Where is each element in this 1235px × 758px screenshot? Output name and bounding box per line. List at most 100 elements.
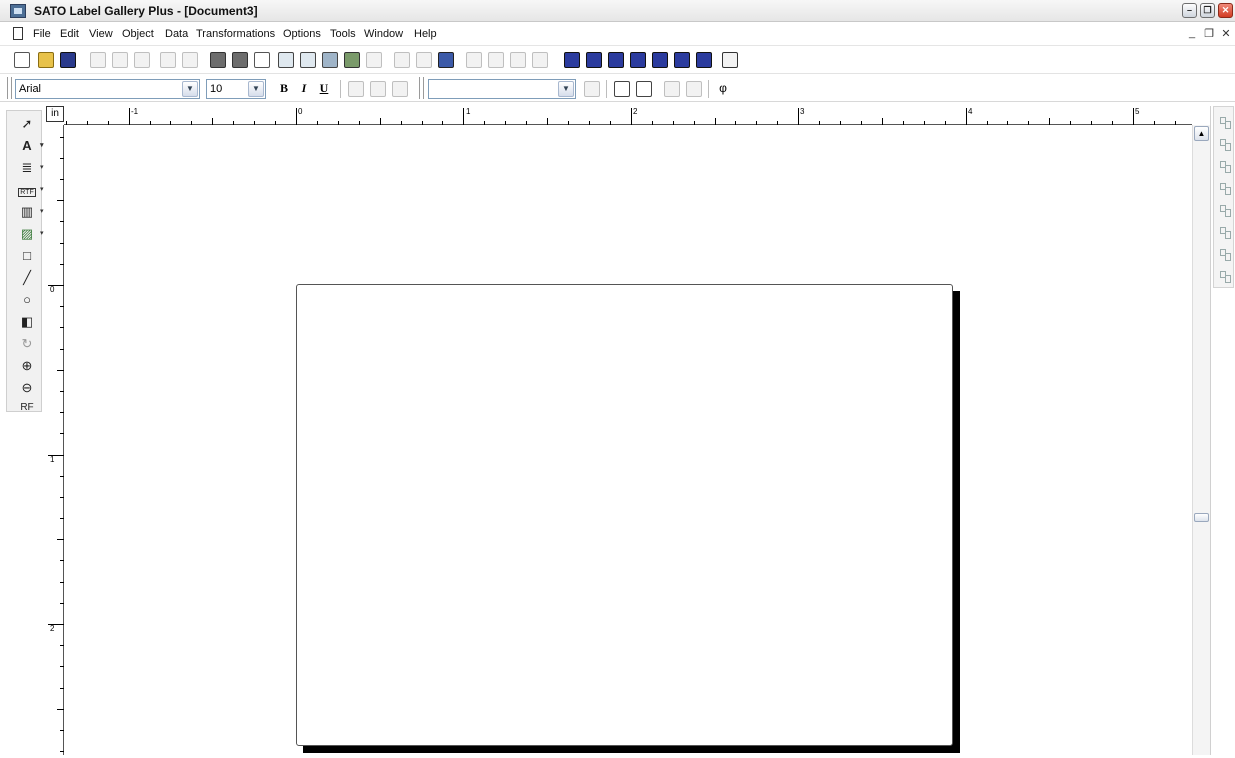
ruler-unit-indicator[interactable]: in bbox=[46, 106, 64, 122]
underline-button[interactable]: U bbox=[315, 80, 333, 96]
object-menu-icon[interactable] bbox=[636, 81, 652, 97]
form-icon[interactable] bbox=[608, 52, 624, 68]
dropdown-icon[interactable]: ▾ bbox=[40, 225, 44, 243]
label-design-area[interactable] bbox=[296, 284, 953, 746]
document-icon[interactable] bbox=[13, 27, 23, 40]
dropdown-icon[interactable]: ▾ bbox=[40, 137, 44, 155]
font-size-select[interactable]: 10 ▼ bbox=[206, 79, 266, 99]
rotate-icon[interactable]: ↻ bbox=[17, 335, 37, 353]
paragraph-tool-icon[interactable]: ≣ ▾ bbox=[17, 159, 44, 177]
dropdown-icon[interactable]: ▾ bbox=[40, 159, 44, 177]
print-form-icon[interactable] bbox=[696, 52, 712, 68]
scroll-thumb[interactable] bbox=[1194, 513, 1209, 522]
vertical-scrollbar[interactable]: ▲ bbox=[1192, 125, 1210, 755]
ungroup-icon[interactable] bbox=[488, 52, 504, 68]
zoom-in-icon[interactable]: ⊕ bbox=[17, 357, 37, 375]
align-left-icon[interactable] bbox=[348, 81, 364, 97]
save-icon[interactable] bbox=[60, 52, 76, 68]
barcode-icon[interactable]: ▥ ▾ bbox=[17, 203, 44, 221]
distribute-vertical-icon[interactable] bbox=[1218, 269, 1231, 283]
bring-front-icon[interactable] bbox=[510, 52, 526, 68]
add-object-icon[interactable] bbox=[614, 81, 630, 97]
mdi-close-button[interactable]: ✕ bbox=[1220, 27, 1232, 40]
close-button[interactable]: ✕ bbox=[1218, 3, 1233, 18]
minimize-button[interactable]: – bbox=[1182, 3, 1197, 18]
align-center-horizontal-icon[interactable] bbox=[1218, 225, 1231, 239]
select-arrow-icon[interactable]: ➚ bbox=[17, 115, 37, 133]
help-icon[interactable] bbox=[722, 52, 738, 68]
menu-edit[interactable]: Edit bbox=[60, 28, 79, 40]
image-icon[interactable]: ▨ ▾ bbox=[17, 225, 44, 243]
redo-icon[interactable] bbox=[182, 52, 198, 68]
line-icon[interactable]: ╱ bbox=[17, 269, 37, 287]
rf-tool-button[interactable]: RF bbox=[17, 399, 37, 417]
style-edit-icon[interactable] bbox=[584, 81, 600, 97]
menu-file[interactable]: File bbox=[33, 28, 51, 40]
mdi-restore-button[interactable]: ❐ bbox=[1203, 27, 1215, 40]
dropdown-icon[interactable]: ▾ bbox=[40, 181, 44, 199]
zoom-select-icon[interactable] bbox=[300, 52, 316, 68]
print-setup-icon[interactable] bbox=[232, 52, 248, 68]
font-family-select[interactable]: Arial ▼ bbox=[15, 79, 200, 99]
menu-tools[interactable]: Tools bbox=[330, 28, 356, 40]
rectangle-icon[interactable]: □ bbox=[17, 247, 37, 265]
print-preview-icon[interactable] bbox=[254, 52, 270, 68]
grid-icon[interactable] bbox=[394, 52, 410, 68]
rtf-tool-button[interactable]: RTF ▾ bbox=[17, 181, 44, 199]
back-icon[interactable] bbox=[686, 81, 702, 97]
front-icon[interactable] bbox=[664, 81, 680, 97]
symbol-button[interactable]: φ bbox=[714, 80, 732, 96]
toolbar-grip[interactable] bbox=[7, 77, 12, 99]
new-icon[interactable] bbox=[14, 52, 30, 68]
ellipse-icon[interactable]: ○ bbox=[17, 291, 37, 309]
database-icon[interactable] bbox=[564, 52, 580, 68]
chevron-down-icon[interactable]: ▼ bbox=[182, 81, 198, 97]
italic-button[interactable]: I bbox=[295, 80, 313, 96]
edit-object-icon[interactable] bbox=[344, 52, 360, 68]
app-logo-icon[interactable] bbox=[10, 4, 26, 18]
menu-window[interactable]: Window bbox=[364, 28, 403, 40]
print-icon[interactable] bbox=[210, 52, 226, 68]
query-icon[interactable] bbox=[586, 52, 602, 68]
align-bottom-icon[interactable] bbox=[1218, 137, 1231, 151]
align-left-edge-icon[interactable] bbox=[1218, 181, 1231, 195]
merge-icon[interactable] bbox=[674, 52, 690, 68]
properties-icon[interactable] bbox=[366, 52, 382, 68]
toolbar-grip[interactable] bbox=[419, 77, 424, 99]
restore-button[interactable]: ❐ bbox=[1200, 3, 1215, 18]
menu-options[interactable]: Options bbox=[283, 28, 321, 40]
menu-transformations[interactable]: Transformations bbox=[196, 28, 275, 40]
menu-help[interactable]: Help bbox=[414, 28, 437, 40]
align-right-icon[interactable] bbox=[392, 81, 408, 97]
send-back-icon[interactable] bbox=[532, 52, 548, 68]
zoom-out-icon[interactable]: ⊖ bbox=[17, 379, 37, 397]
chevron-down-icon[interactable]: ▼ bbox=[558, 81, 574, 97]
color-table-icon[interactable] bbox=[652, 52, 668, 68]
align-center-icon[interactable] bbox=[370, 81, 386, 97]
left-ruler[interactable]: 0 1 2 bbox=[46, 125, 64, 755]
copy-icon[interactable] bbox=[112, 52, 128, 68]
fill-icon[interactable]: ◧ bbox=[17, 313, 37, 331]
align-top-icon[interactable] bbox=[1218, 115, 1231, 129]
dropdown-icon[interactable]: ▾ bbox=[40, 203, 44, 221]
menu-view[interactable]: View bbox=[89, 28, 113, 40]
style-select[interactable]: ▼ bbox=[428, 79, 576, 99]
display-options-icon[interactable] bbox=[438, 52, 454, 68]
undo-icon[interactable] bbox=[160, 52, 176, 68]
group-icon[interactable] bbox=[466, 52, 482, 68]
paste-icon[interactable] bbox=[134, 52, 150, 68]
menu-object[interactable]: Object bbox=[122, 28, 154, 40]
table-icon[interactable] bbox=[630, 52, 646, 68]
top-ruler[interactable]: -1 0 1 2 3 4 5 bbox=[64, 106, 1192, 125]
bold-button[interactable]: B bbox=[275, 80, 293, 96]
text-tool-button[interactable]: A ▾ bbox=[17, 137, 43, 155]
snap-grid-icon[interactable] bbox=[416, 52, 432, 68]
chevron-down-icon[interactable]: ▼ bbox=[248, 81, 264, 97]
zoom-fit-icon[interactable] bbox=[322, 52, 338, 68]
design-canvas[interactable] bbox=[64, 125, 1192, 755]
scroll-up-button[interactable]: ▲ bbox=[1194, 126, 1209, 141]
distribute-horizontal-icon[interactable] bbox=[1218, 247, 1231, 261]
zoom-page-icon[interactable] bbox=[278, 52, 294, 68]
align-right-edge-icon[interactable] bbox=[1218, 203, 1231, 217]
open-icon[interactable] bbox=[38, 52, 54, 68]
